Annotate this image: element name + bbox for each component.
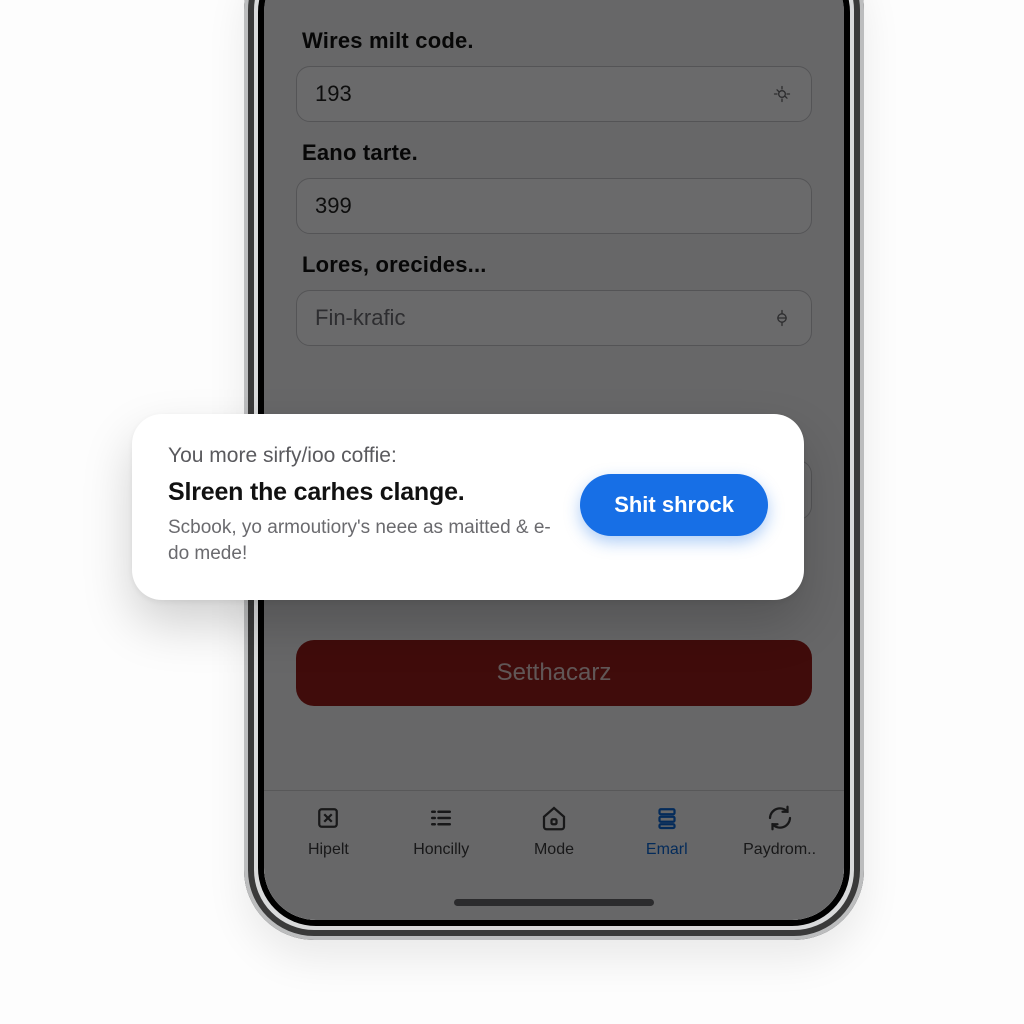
list-icon: [424, 801, 458, 835]
tab-label: Paydrom..: [743, 841, 816, 859]
popup-eyebrow: You more sirfy/ioo coffie:: [168, 444, 556, 468]
dropdown-icon[interactable]: [771, 83, 793, 105]
home-indicator[interactable]: [454, 899, 654, 906]
tab-label: Honcilly: [413, 841, 469, 859]
tab-label: Hipelt: [308, 841, 349, 859]
tab-hipelt[interactable]: Hipelt: [272, 801, 385, 920]
submit-button[interactable]: Setthacarz: [296, 640, 812, 706]
tab-label: Mode: [534, 841, 574, 859]
field-label-3: Lores, orecides...: [302, 252, 806, 278]
notification-popup: You more sirfy/ioo coffie: Slreen the ca…: [132, 414, 804, 600]
tab-label: Emarl: [646, 841, 688, 859]
field-value-3: Fin-krafic: [315, 305, 405, 331]
field-value-2: 399: [315, 193, 352, 219]
popup-action-label: Shit shrock: [614, 492, 734, 517]
field-label-2: Eano tarte.: [302, 140, 806, 166]
field-input-3[interactable]: Fin-krafic: [296, 290, 812, 346]
popup-text-block: You more sirfy/ioo coffie: Slreen the ca…: [168, 444, 556, 566]
form-content: Wires milt code. 193 Eano tarte. 399 Lor…: [264, 0, 844, 346]
stack-icon: [650, 801, 684, 835]
refresh-icon: [763, 801, 797, 835]
field-label-1: Wires milt code.: [302, 28, 806, 54]
field-input-1[interactable]: 193: [296, 66, 812, 122]
popup-title: Slreen the carhes clange.: [168, 478, 556, 507]
home-icon: [537, 801, 571, 835]
submit-button-label: Setthacarz: [497, 659, 612, 687]
dropdown-icon[interactable]: [771, 307, 793, 329]
field-value-1: 193: [315, 81, 352, 107]
popup-body: Scbook, yo armoutiory's neee as maitted …: [168, 515, 556, 566]
field-input-2[interactable]: 399: [296, 178, 812, 234]
box-icon: [311, 801, 345, 835]
tab-paydrom[interactable]: Paydrom..: [723, 801, 836, 920]
popup-action-button[interactable]: Shit shrock: [580, 474, 768, 536]
